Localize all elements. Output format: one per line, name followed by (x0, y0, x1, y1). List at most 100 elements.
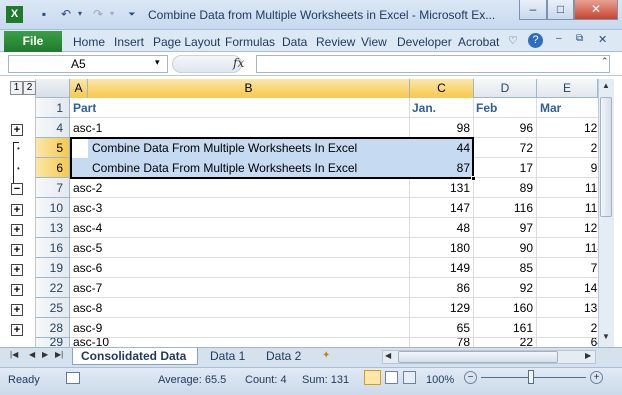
name-box[interactable]: A5 ▾ (8, 55, 168, 73)
cell-a[interactable]: asc-3 (73, 198, 102, 218)
outline-level-2-button[interactable]: 2 (23, 81, 36, 95)
expand-group-icon[interactable]: + (11, 124, 23, 136)
cell-d[interactable]: 92 (474, 278, 537, 298)
sheet-tab-data-1[interactable]: Data 1 (204, 348, 251, 365)
cell-a[interactable]: asc-6 (73, 258, 102, 278)
tab-insert[interactable]: Insert (114, 35, 144, 49)
first-sheet-icon[interactable]: |◀ (10, 350, 18, 359)
next-sheet-icon[interactable]: ▶ (42, 350, 48, 359)
zoom-in-icon[interactable]: + (590, 371, 603, 384)
cell-c[interactable]: 149 (410, 258, 474, 278)
collapse-group-icon[interactable]: − (11, 183, 23, 195)
column-header-c[interactable]: C (410, 79, 474, 98)
cell-c[interactable]: Jan. (412, 98, 436, 118)
tab-data[interactable]: Data (282, 35, 307, 49)
formula-input[interactable] (256, 55, 610, 73)
row-header[interactable]: 28 (36, 318, 70, 338)
file-tab[interactable]: File (4, 31, 62, 52)
cell-d[interactable]: 90 (474, 238, 537, 258)
tab-developer[interactable]: Developer (397, 35, 452, 49)
sheet-tab-consolidated-data[interactable]: Consolidated Data (72, 348, 198, 365)
row-header[interactable]: 4 (36, 118, 70, 138)
cell-a[interactable]: asc-7 (73, 278, 102, 298)
cell-d[interactable]: 17 (474, 158, 537, 178)
minimize-button[interactable]: – (519, 0, 547, 20)
undo-dropdown-icon[interactable]: ▾ (72, 6, 88, 22)
row-header[interactable]: 10 (36, 198, 70, 218)
cell-d[interactable]: 116 (474, 198, 537, 218)
tab-acrobat[interactable]: Acrobat (458, 35, 499, 49)
prev-sheet-icon[interactable]: ◀ (29, 350, 35, 359)
scroll-left-arrow-icon[interactable]: ◀ (385, 351, 391, 360)
column-header-e[interactable]: E (537, 79, 598, 98)
cell-a[interactable]: asc-10 (73, 338, 109, 347)
outline-level-1-button[interactable]: 1 (10, 81, 23, 95)
excel-logo-icon[interactable]: X (6, 6, 23, 23)
cell-d[interactable]: 72 (474, 138, 537, 158)
scroll-right-arrow-icon[interactable]: ▶ (585, 351, 591, 360)
cell-d[interactable]: 160 (474, 298, 537, 318)
cell-a[interactable]: asc-1 (73, 118, 102, 138)
row-header[interactable]: 6 (36, 158, 70, 178)
redo-dropdown-icon[interactable]: ▾ (104, 6, 120, 22)
cell-c[interactable]: 131 (410, 178, 474, 198)
tab-page-layout[interactable]: Page Layout (153, 35, 220, 49)
insert-function-icon[interactable]: fx (233, 56, 244, 70)
zoom-out-icon[interactable]: − (464, 371, 477, 384)
row-header[interactable]: 7 (36, 178, 70, 198)
cell-e[interactable]: Mar (540, 98, 561, 118)
tab-home[interactable]: Home (73, 35, 105, 49)
zoom-level[interactable]: 100% (426, 374, 454, 386)
row-header[interactable]: 22 (36, 278, 70, 298)
page-break-preview-icon[interactable] (403, 371, 416, 384)
help-icon[interactable]: ? (528, 33, 543, 48)
minimize-ribbon-icon[interactable]: ♡ (508, 34, 518, 47)
expand-formula-bar-icon[interactable]: ⌃ (601, 56, 609, 67)
cell-d[interactable]: 22 (474, 338, 537, 347)
h-scroll-thumb[interactable] (398, 351, 558, 363)
expand-group-icon[interactable]: + (11, 244, 23, 256)
scroll-thumb[interactable] (600, 97, 612, 217)
cell-c[interactable]: 65 (410, 318, 474, 338)
row-header[interactable]: 29 (36, 338, 70, 347)
cell-d[interactable]: Feb (476, 98, 497, 118)
cell-c[interactable]: 48 (410, 218, 474, 238)
scroll-down-arrow-icon[interactable]: ▼ (600, 332, 612, 346)
insert-worksheet-icon[interactable]: ✦ (322, 350, 338, 363)
expand-group-icon[interactable]: + (11, 284, 23, 296)
cell-a[interactable]: Part (73, 98, 96, 118)
tab-review[interactable]: Review (316, 35, 355, 49)
tab-formulas[interactable]: Formulas (225, 35, 275, 49)
row-header[interactable]: 25 (36, 298, 70, 318)
select-all-corner[interactable] (36, 79, 70, 98)
cell-a[interactable]: asc-5 (73, 238, 102, 258)
cell-d[interactable]: 89 (474, 178, 537, 198)
workbook-minimize-icon[interactable]: – (556, 33, 562, 44)
tab-view[interactable]: View (361, 35, 387, 49)
cell-c[interactable]: 78 (410, 338, 474, 347)
cell-a[interactable]: asc-4 (73, 218, 102, 238)
expand-group-icon[interactable]: + (11, 304, 23, 316)
sheet-tab-data-2[interactable]: Data 2 (260, 348, 307, 365)
column-header-a[interactable]: A (70, 79, 88, 98)
row-header[interactable]: 19 (36, 258, 70, 278)
row-header[interactable]: 13 (36, 218, 70, 238)
cell-a[interactable]: asc-2 (73, 178, 102, 198)
cell-a[interactable]: asc-8 (73, 298, 102, 318)
page-layout-view-icon[interactable] (385, 371, 398, 384)
zoom-slider-thumb[interactable] (528, 370, 534, 384)
workbook-restore-icon[interactable]: ⧉ (576, 33, 583, 44)
save-icon[interactable]: ▪ (36, 6, 52, 22)
workbook-close-icon[interactable]: ✕ (598, 33, 607, 46)
expand-group-icon[interactable]: + (11, 264, 23, 276)
row-header[interactable]: 5 (36, 138, 70, 158)
row-header[interactable]: 16 (36, 238, 70, 258)
expand-group-icon[interactable]: + (11, 224, 23, 236)
cell-d[interactable]: 161 (474, 318, 537, 338)
last-sheet-icon[interactable]: ▶| (55, 350, 63, 359)
cell-c[interactable]: 180 (410, 238, 474, 258)
cell-d[interactable]: 97 (474, 218, 537, 238)
column-header-b[interactable]: B (88, 79, 410, 98)
close-button[interactable]: ✕ (574, 0, 618, 20)
column-header-d[interactable]: D (474, 79, 537, 98)
